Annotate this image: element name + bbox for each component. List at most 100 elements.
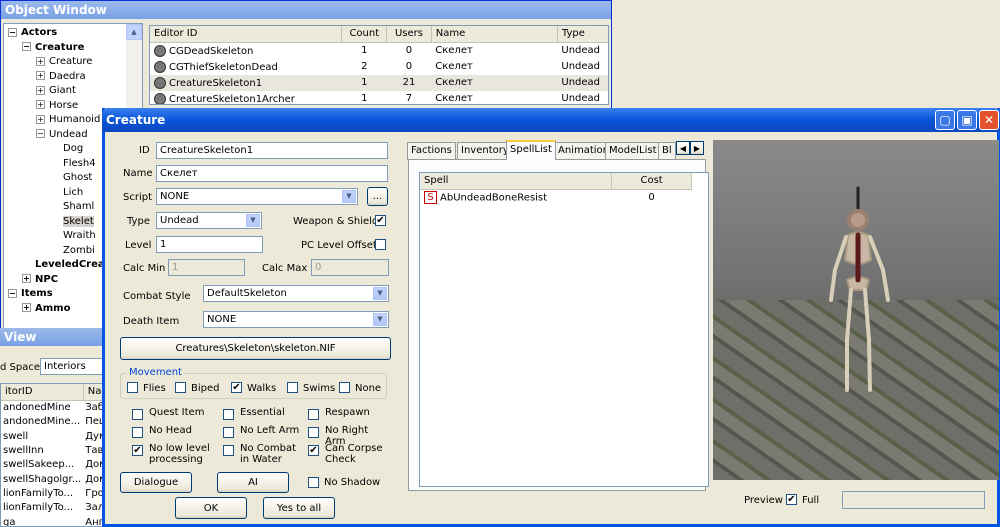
checkbox[interactable] bbox=[308, 409, 319, 420]
tree-expander-icon[interactable]: + bbox=[22, 303, 31, 312]
movement-option[interactable]: Swims bbox=[287, 382, 335, 394]
table-row[interactable]: CreatureSkeleton1 1 21 Скелет Undead bbox=[150, 74, 608, 91]
tree-expander-icon[interactable]: + bbox=[36, 71, 45, 80]
weapon-shield-checkbox[interactable]: ✔ bbox=[375, 215, 386, 226]
tree-expander-icon[interactable]: + bbox=[22, 274, 31, 283]
no-shadow-checkbox[interactable] bbox=[308, 477, 319, 488]
dialogue-button[interactable]: Dialogue bbox=[120, 472, 192, 493]
object-list[interactable]: Editor ID Count Users Name Type CGDeadSkelet… bbox=[149, 25, 609, 105]
script-select[interactable]: NONE ▼ bbox=[156, 188, 358, 205]
table-row[interactable]: CreatureSkeleton1Archer 1 7 Скелет Undead bbox=[150, 91, 608, 104]
chevron-down-icon[interactable]: ▼ bbox=[246, 214, 260, 227]
cell-list[interactable]: itorIDNameandonedMineЗабрandonedMine...П… bbox=[0, 383, 110, 527]
table-row[interactable]: lionFamilyTo... Зал bbox=[1, 501, 109, 515]
tab-factions[interactable]: Factions bbox=[407, 142, 456, 160]
table-row[interactable]: andonedMine... Пещ bbox=[1, 415, 109, 429]
table-row[interactable]: swellInn Таве bbox=[1, 443, 109, 457]
tree-expander-icon[interactable]: + bbox=[36, 114, 45, 124]
scroll-up-icon[interactable]: ▲ bbox=[126, 24, 142, 40]
close-icon[interactable]: ✕ bbox=[979, 110, 999, 130]
tree-item[interactable]: + Creature bbox=[4, 55, 142, 70]
death-item-select[interactable]: NONE ▼ bbox=[203, 311, 389, 328]
table-row[interactable]: swellShagolgr... Дом bbox=[1, 472, 109, 486]
combat-style-select[interactable]: DefaultSkeleton ▼ bbox=[203, 285, 389, 302]
movement-option[interactable]: None bbox=[339, 382, 381, 394]
tab-scroll-left-icon[interactable]: ◀ bbox=[676, 141, 690, 155]
tree-expander-icon[interactable]: − bbox=[36, 129, 45, 138]
calc-max-field: 0 bbox=[311, 259, 389, 276]
yes-to-all-button[interactable]: Yes to all bbox=[263, 497, 335, 519]
preview-viewport[interactable] bbox=[713, 140, 999, 480]
table-row[interactable]: CGThiefSkeletonDead 2 0 Скелет Undead bbox=[150, 59, 608, 75]
tab-scroll-right-icon[interactable]: ▶ bbox=[690, 141, 704, 155]
tree-item[interactable]: − Creature bbox=[4, 41, 142, 56]
checkbox[interactable] bbox=[175, 382, 186, 393]
checkbox[interactable] bbox=[223, 409, 234, 420]
checkbox[interactable] bbox=[308, 427, 319, 438]
id-field[interactable]: CreatureSkeleton1 bbox=[156, 142, 388, 159]
death-item-label: Death Item bbox=[123, 316, 180, 327]
ai-button[interactable]: AI bbox=[217, 472, 289, 493]
pc-level-offset-checkbox[interactable] bbox=[375, 239, 386, 250]
tree-expander-icon[interactable]: − bbox=[22, 42, 31, 51]
script-more-button[interactable]: ... bbox=[367, 187, 388, 206]
name-cell: Скелет bbox=[435, 93, 473, 104]
checkbox[interactable] bbox=[132, 427, 143, 438]
preview-checkbox[interactable]: ✔ bbox=[786, 494, 797, 505]
model-path-button[interactable]: Creatures\Skeleton\skeleton.NIF bbox=[120, 337, 391, 360]
spell-list[interactable]: Spell Cost S AbUndeadBoneResist 0 bbox=[419, 172, 709, 487]
table-row[interactable]: CGDeadSkeleton 1 0 Скелет Undead bbox=[150, 43, 608, 59]
column-header[interactable]: Type bbox=[557, 26, 608, 43]
level-field[interactable]: 1 bbox=[156, 236, 263, 253]
tree-expander-icon[interactable]: − bbox=[8, 27, 17, 37]
column-header[interactable]: Name bbox=[431, 26, 558, 43]
tree-expander-icon[interactable]: + bbox=[36, 56, 45, 66]
checkbox[interactable]: ✔ bbox=[132, 445, 143, 456]
table-row[interactable]: swellSakeep... Дом bbox=[1, 458, 109, 472]
tree-item-label: Creature bbox=[49, 56, 93, 67]
checkbox[interactable] bbox=[223, 445, 234, 456]
tree-expander-icon[interactable]: + bbox=[36, 100, 45, 109]
checkbox[interactable] bbox=[132, 409, 143, 420]
table-row[interactable]: swell Дум bbox=[1, 429, 109, 443]
column-header[interactable]: Spell bbox=[420, 173, 613, 190]
tab-modellist[interactable]: ModelList bbox=[605, 142, 661, 160]
checkbox[interactable]: ✔ bbox=[308, 445, 319, 456]
table-row[interactable]: andonedMine Забр bbox=[1, 401, 109, 415]
column-header[interactable]: Cost bbox=[611, 173, 692, 190]
tree-item-label: Actors bbox=[21, 27, 58, 38]
column-header[interactable]: Count bbox=[341, 26, 388, 43]
tab-inventory[interactable]: Inventory bbox=[457, 142, 513, 160]
chevron-down-icon[interactable]: ▼ bbox=[373, 313, 387, 326]
movement-option[interactable]: Biped bbox=[175, 382, 220, 394]
tree-item[interactable]: + Daedra bbox=[4, 70, 142, 85]
tab-spelllist[interactable]: SpellList bbox=[506, 140, 556, 160]
checkbox[interactable] bbox=[223, 427, 234, 438]
tree-item[interactable]: − Actors bbox=[4, 26, 142, 41]
type-label: Type bbox=[127, 216, 150, 227]
checkbox[interactable] bbox=[287, 382, 298, 393]
maximize-icon[interactable]: ▣ bbox=[957, 110, 977, 130]
tree-expander-icon[interactable]: + bbox=[36, 85, 45, 95]
world-space-select[interactable]: Interiors bbox=[40, 358, 110, 375]
checkbox[interactable]: ✔ bbox=[231, 382, 242, 393]
minimize-icon[interactable]: ▢ bbox=[935, 110, 955, 130]
table-row[interactable]: lionFamilyTo... Гроб bbox=[1, 486, 109, 500]
table-row[interactable]: ga Анга bbox=[1, 515, 109, 526]
movement-option[interactable]: Flies bbox=[127, 382, 166, 394]
tab-bl[interactable]: Bl bbox=[658, 142, 676, 160]
tree-expander-icon[interactable]: − bbox=[8, 288, 17, 298]
name-field[interactable]: Скелет bbox=[156, 165, 388, 182]
column-header[interactable]: Users bbox=[386, 26, 432, 43]
type-select[interactable]: Undead ▼ bbox=[156, 212, 262, 229]
spell-row[interactable]: S AbUndeadBoneResist 0 bbox=[420, 190, 692, 206]
column-header[interactable]: Editor ID bbox=[150, 26, 343, 43]
column-header[interactable]: itorID bbox=[1, 384, 84, 401]
checkbox[interactable] bbox=[339, 382, 350, 393]
ok-button[interactable]: OK bbox=[175, 497, 247, 519]
tree-item[interactable]: + Giant bbox=[4, 84, 142, 99]
chevron-down-icon[interactable]: ▼ bbox=[342, 190, 356, 203]
chevron-down-icon[interactable]: ▼ bbox=[373, 287, 387, 300]
checkbox[interactable] bbox=[127, 382, 138, 393]
movement-option[interactable]: ✔ Walks bbox=[231, 382, 276, 394]
